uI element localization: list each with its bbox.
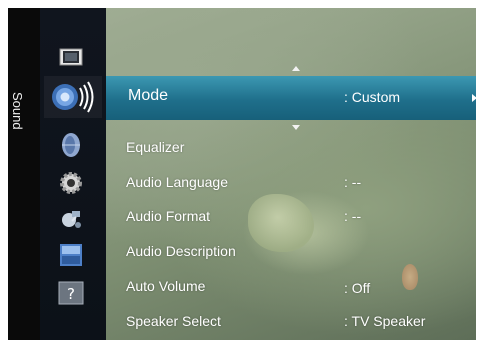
menu-item-label: Mode	[128, 87, 169, 104]
sound-icon[interactable]	[44, 76, 102, 118]
menu-item-value: : TV Speaker	[344, 313, 426, 329]
application-icon[interactable]	[52, 240, 90, 270]
category-icon-column: ?	[40, 8, 106, 340]
menu-item-value: : --	[344, 174, 362, 190]
section-label: Sound	[10, 92, 25, 130]
menu-item-speaker-select[interactable]: Speaker Select	[126, 313, 221, 329]
menu-item-audio-description[interactable]: Audio Description	[126, 243, 236, 259]
tv-menu-window: Sound ? Mode: Custom Equalizer Audio La…	[8, 8, 476, 340]
support-icon[interactable]: ?	[52, 278, 90, 308]
background-bud	[402, 264, 418, 290]
scroll-up-arrow-icon[interactable]	[292, 66, 300, 71]
svg-text:?: ?	[67, 285, 75, 303]
menu-item-mode[interactable]: Mode : Custom	[106, 76, 476, 120]
picture-icon[interactable]	[52, 42, 90, 72]
scroll-down-arrow-icon[interactable]	[292, 125, 300, 130]
setup-icon[interactable]	[52, 168, 90, 198]
menu-item-equalizer[interactable]: Equalizer	[126, 139, 184, 155]
section-label-strip: Sound	[8, 8, 40, 340]
menu-item-value: : Off	[344, 280, 371, 296]
menu-item-value: : --	[344, 208, 362, 224]
input-icon[interactable]	[52, 204, 90, 234]
menu-item-auto-volume[interactable]: Auto Volume	[126, 278, 205, 294]
menu-item-value: : Custom	[344, 89, 401, 105]
menu-item-audio-format[interactable]: Audio Format	[126, 208, 210, 224]
menu-content-panel: Mode : Custom Equalizer Audio Language :…	[106, 8, 476, 340]
background-frog	[248, 194, 314, 252]
channel-icon[interactable]	[52, 130, 90, 160]
chevron-right-icon	[472, 94, 476, 102]
menu-item-audio-language[interactable]: Audio Language	[126, 174, 228, 190]
